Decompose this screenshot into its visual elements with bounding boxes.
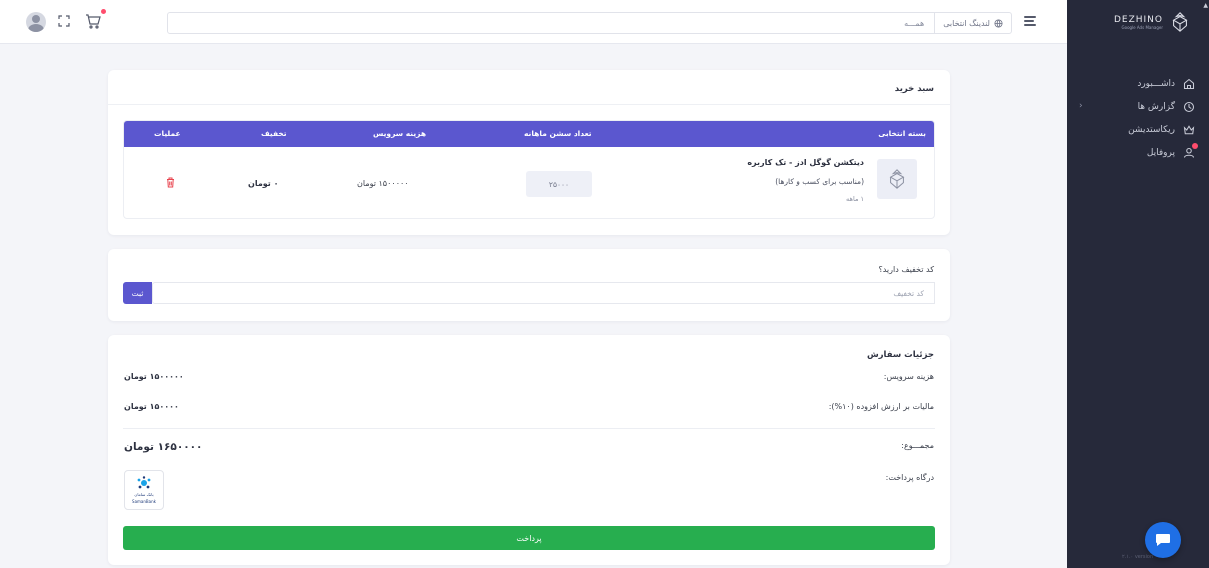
home-icon	[1183, 78, 1195, 89]
coupon-input[interactable]: کد تخفیف	[152, 282, 935, 304]
table-header: بسته انتخابی تعداد سشن ماهانه هزینه سروی…	[124, 121, 934, 147]
product-duration: ۱ ماهه	[846, 195, 864, 203]
topbar: لندینگ انتخابی همـــه	[0, 0, 1067, 44]
product-name: دیتکشن گوگل ادز - تک کاربره	[747, 158, 864, 167]
saman-bank-logo-icon	[137, 476, 151, 489]
search-bar[interactable]: لندینگ انتخابی همـــه	[167, 12, 1012, 34]
service-cost-value: ۱۵۰۰۰۰۰ تومان	[357, 179, 409, 188]
sidebar-item-label: گزارش ها	[1137, 101, 1175, 112]
sidebar-item-label: پروفایل	[1146, 147, 1175, 158]
cart-title: سبد خرید	[894, 84, 934, 94]
coupon-question: کد تخفیف دارید؟	[878, 265, 934, 274]
version-text: ۲.۱.۰ version	[1122, 554, 1154, 560]
search-scope[interactable]: همـــه	[894, 19, 934, 28]
cart-card: سبد خرید بسته انتخابی تعداد سشن ماهانه ه…	[108, 70, 950, 235]
sidebar-item-label: ریکاستدیشن	[1128, 124, 1175, 135]
pay-button[interactable]: پرداخت	[123, 526, 935, 550]
sidebar-item-label: داشـــبورد	[1137, 78, 1175, 89]
fullscreen-icon[interactable]	[58, 15, 70, 27]
chevron-left-icon: ‹	[1079, 101, 1083, 111]
gateway-name: بانک سامان	[134, 492, 154, 497]
gateway-label: درگاه پرداخت:	[885, 473, 934, 482]
col-package: بسته انتخابی	[878, 129, 926, 138]
divider	[123, 428, 935, 429]
scroll-up-arrow-icon[interactable]: ▲	[1203, 2, 1208, 9]
chat-button[interactable]	[1145, 522, 1181, 558]
landing-selector[interactable]: لندینگ انتخابی	[934, 13, 1011, 33]
clock-icon	[1183, 101, 1195, 112]
product-image	[877, 159, 917, 199]
col-discount: تخفیف	[261, 129, 287, 138]
chat-bubble-icon	[1156, 534, 1170, 546]
payment-gateway-option[interactable]: بانک سامان SamanBank	[124, 470, 164, 510]
coupon-submit-button[interactable]: ثبت	[123, 282, 152, 304]
divider	[108, 104, 950, 105]
col-actions: عملیات	[154, 129, 181, 138]
cart-badge	[101, 9, 106, 14]
product-note: (مناسب برای کسب و کارها)	[775, 177, 864, 186]
landing-selector-label: لندینگ انتخابی	[943, 18, 990, 28]
logo-mark-icon	[1172, 12, 1188, 32]
gateway-name-en: SamanBank	[132, 499, 156, 504]
logo-mark-icon	[889, 169, 905, 189]
vat-value: ۱۵۰۰۰۰ تومان	[124, 402, 179, 411]
logo[interactable]: DEZHINO Google Ads Manager	[1067, 0, 1209, 44]
col-service-cost: هزینه سرویس	[373, 129, 427, 138]
trash-icon[interactable]	[166, 177, 175, 188]
cart-table: بسته انتخابی تعداد سشن ماهانه هزینه سروی…	[123, 120, 935, 219]
table-row: دیتکشن گوگل ادز - تک کاربره (مناسب برای …	[124, 147, 934, 218]
col-sessions: تعداد سشن ماهانه	[524, 129, 592, 138]
sessions-field[interactable]: ۲۵۰۰۰	[526, 171, 592, 197]
sidebar-item-dashboard[interactable]: داشـــبورد	[1067, 72, 1209, 95]
sidebar-item-profile[interactable]: پروفایل	[1067, 141, 1209, 164]
sidebar-nav: داشـــبورد گزارش ها ‹ ریکاستدیشن پروفایل	[1067, 72, 1209, 164]
logo-subtext: Google Ads Manager	[1121, 24, 1163, 30]
hamburger-icon[interactable]	[1024, 16, 1036, 26]
discount-value: ۰ تومان	[248, 179, 279, 188]
total-value: ۱۶۵۰۰۰۰ تومان	[124, 441, 203, 453]
service-cost-label: هزینه سرویس:	[883, 372, 934, 381]
sidebar-item-reports[interactable]: گزارش ها ‹	[1067, 95, 1209, 118]
order-details-card: جزئیات سفارش هزینه سرویس: ۱۵۰۰۰۰۰ تومان …	[108, 335, 950, 565]
total-label: مجمـــوع:	[901, 441, 934, 450]
coupon-card: کد تخفیف دارید؟ کد تخفیف ثبت	[108, 249, 950, 321]
sidebar-item-recondition[interactable]: ریکاستدیشن	[1067, 118, 1209, 141]
logo-text: DEZHINO Google Ads Manager	[1113, 14, 1163, 30]
service-cost-total: ۱۵۰۰۰۰۰ تومان	[124, 372, 184, 381]
cart-icon[interactable]	[85, 13, 101, 29]
avatar[interactable]	[26, 12, 46, 32]
crown-icon	[1183, 124, 1195, 134]
order-title: جزئیات سفارش	[866, 350, 934, 360]
vat-label: مالیات بر ارزش افزوده (۱۰%):	[828, 402, 934, 411]
notification-badge	[1192, 143, 1198, 149]
globe-icon	[994, 18, 1003, 28]
sidebar: ▲ DEZHINO Google Ads Manager داشـــبورد …	[1067, 0, 1209, 568]
